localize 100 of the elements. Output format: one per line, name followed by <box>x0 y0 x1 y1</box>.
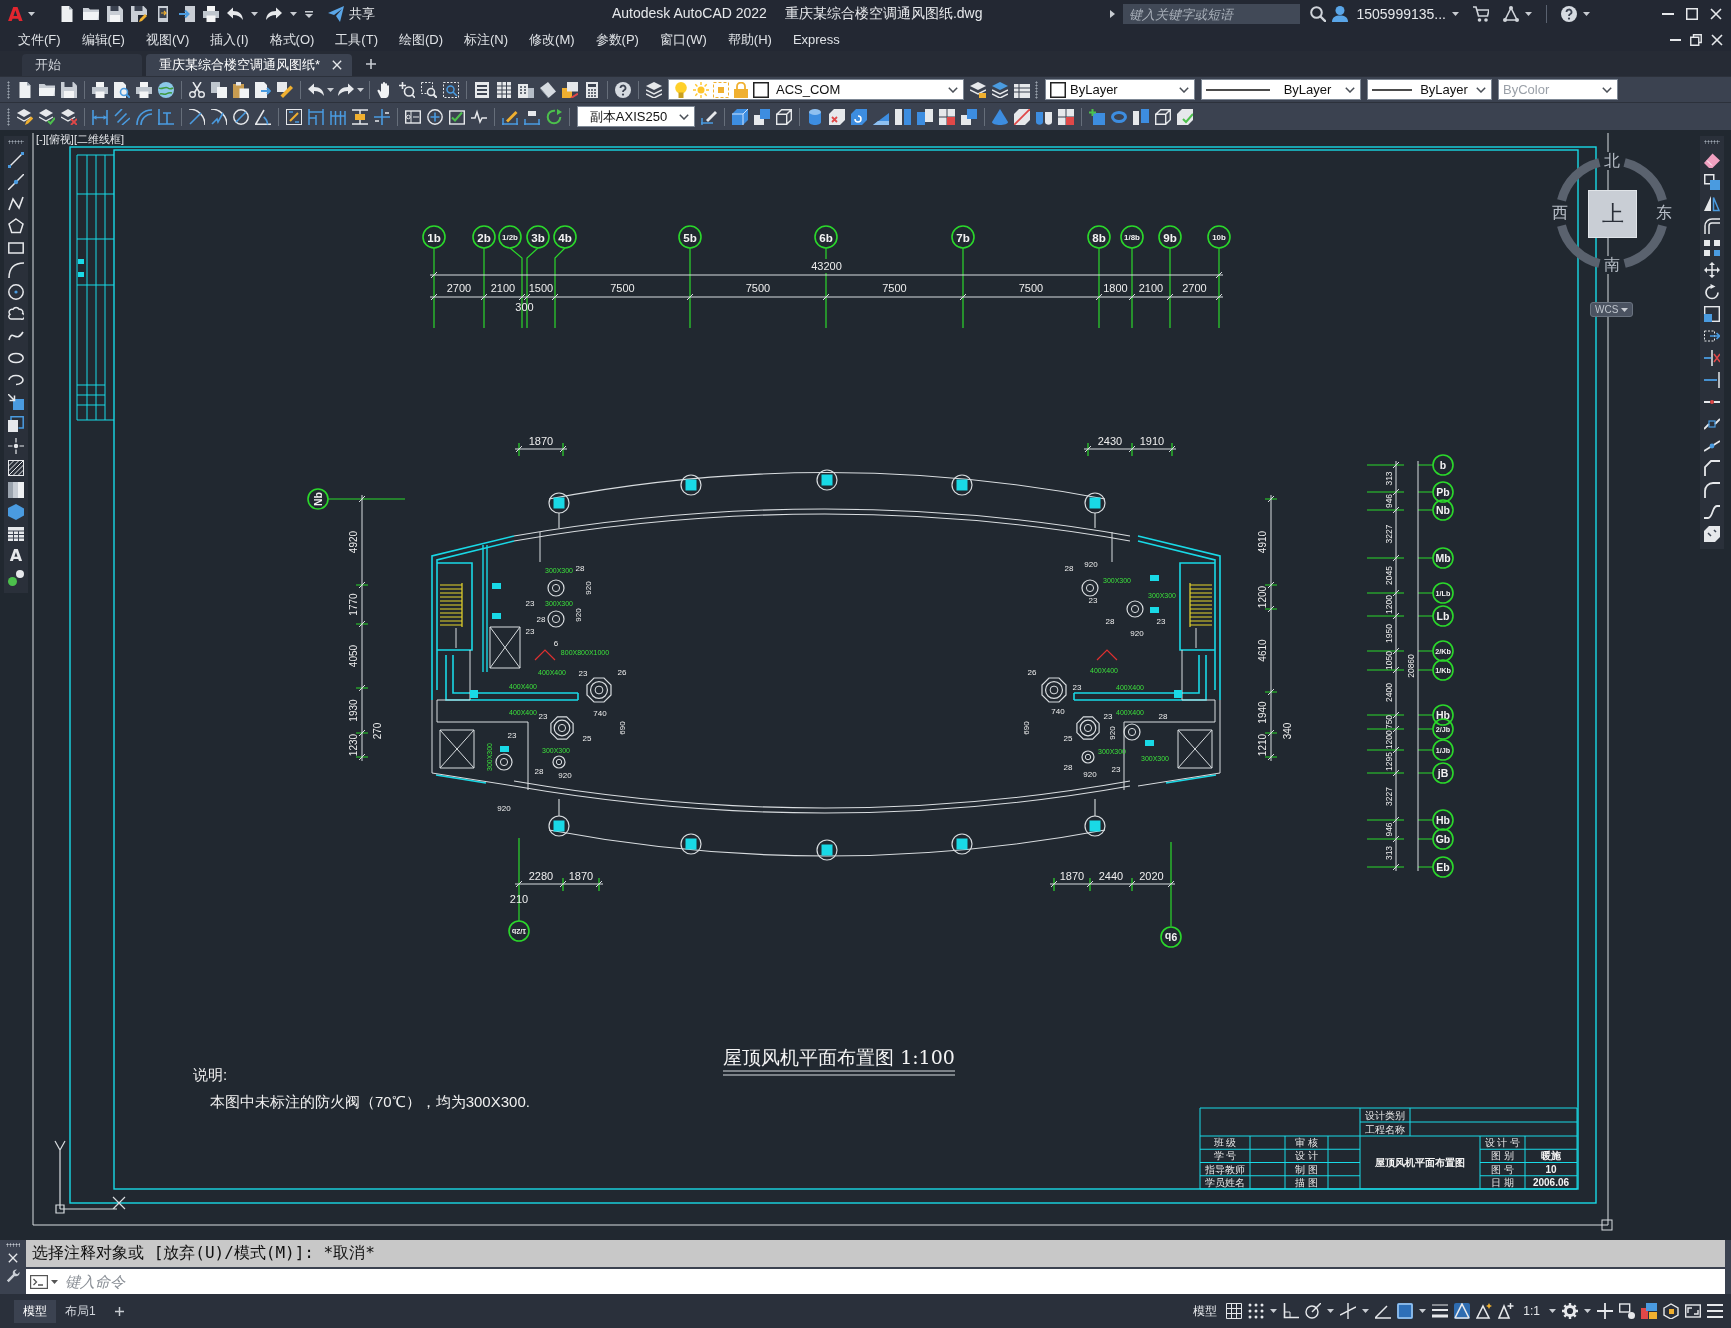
offset-icon[interactable] <box>1704 218 1720 234</box>
polyline-icon[interactable] <box>8 196 24 212</box>
point-icon[interactable] <box>8 438 24 454</box>
layers-stack-icon[interactable] <box>992 81 1008 98</box>
menu-item[interactable]: 插入(I) <box>210 30 249 49</box>
layout-tab[interactable]: 模型 <box>14 1299 56 1323</box>
chevron-down-icon[interactable] <box>1345 86 1355 93</box>
buildings-icon[interactable] <box>518 81 534 98</box>
share-button[interactable]: 共享 <box>324 3 378 25</box>
caret-icon[interactable] <box>1525 12 1532 16</box>
viewport-controls-label[interactable]: [-][俯视][二维线框] <box>36 132 124 147</box>
layer-pencil-icon[interactable] <box>17 108 33 125</box>
menu-item[interactable]: 参数(P) <box>595 30 639 49</box>
zoom-extents-icon[interactable] <box>443 81 459 98</box>
plus-icon[interactable] <box>1597 1303 1613 1319</box>
zoom-window-icon[interactable] <box>421 81 437 98</box>
block-icon[interactable] <box>8 416 24 432</box>
customize-caret-icon[interactable] <box>304 10 313 18</box>
chamfer-icon[interactable] <box>1704 460 1720 476</box>
caret-icon[interactable] <box>1270 1309 1278 1313</box>
clipboard-icon[interactable] <box>233 81 249 98</box>
dimension-text-icon[interactable] <box>524 108 540 125</box>
search-icon[interactable] <box>1310 6 1327 22</box>
cylinder-icon[interactable] <box>807 108 823 125</box>
scissors-icon[interactable] <box>189 81 205 98</box>
cone-icon[interactable] <box>992 108 1008 125</box>
user-name[interactable]: 1505999135... <box>1356 6 1446 22</box>
triangle-plus-icon[interactable] <box>1498 1303 1515 1319</box>
ellipse-arc-icon[interactable] <box>8 372 24 388</box>
printer-icon[interactable] <box>202 6 219 22</box>
markup-icon[interactable] <box>562 81 578 98</box>
menu-item[interactable]: 修改(M) <box>529 30 575 49</box>
dimension-style-dropdown[interactable]: 副本AXIS250 <box>577 106 695 127</box>
quick-dimension-icon[interactable] <box>286 108 302 125</box>
layer-table-icon[interactable] <box>1014 81 1030 98</box>
expand-arrow-icon[interactable] <box>1110 10 1116 18</box>
circle-icon[interactable] <box>8 284 24 300</box>
polar-circle-icon[interactable] <box>1305 1303 1322 1319</box>
color-blocks-icon[interactable] <box>1641 1303 1657 1319</box>
undo-icon[interactable] <box>226 6 243 22</box>
caret-icon[interactable] <box>1452 12 1459 16</box>
redo-icon[interactable] <box>265 6 282 22</box>
paintbrush-icon[interactable] <box>277 81 293 98</box>
inspection-check-icon[interactable] <box>449 108 465 125</box>
trim-icon[interactable] <box>1704 350 1720 366</box>
baseline-dimension-icon[interactable] <box>308 108 324 125</box>
triangle-icon[interactable] <box>1454 1303 1471 1319</box>
angular-dimension-icon[interactable] <box>255 108 271 125</box>
plus-icon[interactable] <box>114 1306 124 1316</box>
rectangle-icon[interactable] <box>8 240 24 256</box>
fillet-icon[interactable] <box>1704 482 1720 498</box>
chevron-down-icon[interactable] <box>948 86 958 93</box>
tolerance-frame-icon[interactable] <box>405 108 421 125</box>
sheet-stack-icon[interactable] <box>540 81 556 98</box>
minimize-icon[interactable] <box>1670 38 1681 41</box>
grid-icon[interactable] <box>1226 1303 1243 1319</box>
open-folder-icon[interactable] <box>82 6 99 22</box>
layer-cross-icon[interactable] <box>61 108 77 125</box>
triangle-nodes-icon[interactable] <box>1503 6 1519 22</box>
extend-icon[interactable] <box>1704 372 1720 388</box>
mirror-icon[interactable] <box>1704 196 1720 212</box>
redo-icon[interactable] <box>338 81 354 98</box>
properties-panel-icon[interactable] <box>474 81 490 98</box>
compass-label[interactable]: 西 <box>1551 204 1569 222</box>
cloud-icon[interactable] <box>8 306 24 322</box>
panels-icon[interactable] <box>1133 108 1149 125</box>
layers-icon[interactable] <box>646 81 662 98</box>
chevron-down-icon[interactable] <box>1476 86 1486 93</box>
center-mark-icon[interactable] <box>427 108 443 125</box>
menu-item[interactable]: 编辑(E) <box>81 30 125 49</box>
menu-item[interactable]: 文件(F) <box>18 30 61 49</box>
continue-dimension-icon[interactable] <box>330 108 346 125</box>
grid-panel-icon[interactable] <box>496 81 512 98</box>
monitor-icon[interactable] <box>1619 1303 1635 1319</box>
construction-line-icon[interactable] <box>8 174 24 190</box>
box-cross-icon[interactable] <box>829 108 845 125</box>
menu-item[interactable]: 窗口(W) <box>659 30 707 49</box>
box-outline-icon[interactable] <box>1155 108 1171 125</box>
coordinate-system-button[interactable]: WCS <box>1590 302 1634 317</box>
box-plus-icon[interactable] <box>1089 108 1105 125</box>
paper-plane-icon[interactable] <box>327 6 344 22</box>
right-angle-icon[interactable] <box>1283 1303 1300 1319</box>
caret-icon[interactable] <box>357 87 364 92</box>
chevron-down-icon[interactable] <box>1179 86 1189 93</box>
region-icon[interactable] <box>8 504 24 520</box>
menu-icon[interactable] <box>1707 1303 1723 1319</box>
box-pair-icon[interactable] <box>917 108 933 125</box>
copy-icon[interactable] <box>1704 174 1720 190</box>
arrow-into-panel-icon[interactable] <box>178 6 195 22</box>
caret-icon[interactable] <box>289 12 297 16</box>
rotate-icon[interactable] <box>1704 284 1720 300</box>
linear-dimension-icon[interactable] <box>92 108 108 125</box>
caret-icon[interactable] <box>51 1279 58 1284</box>
dimension-space-icon[interactable] <box>352 108 368 125</box>
blend-curve-icon[interactable] <box>1704 504 1720 520</box>
model-space-button[interactable]: 模型 <box>1190 1300 1221 1322</box>
compass-label[interactable]: 南 <box>1603 256 1621 274</box>
caret-icon[interactable] <box>1549 1309 1556 1313</box>
break-icon[interactable] <box>1704 416 1720 432</box>
menu-item[interactable]: 帮助(H) <box>727 30 772 49</box>
